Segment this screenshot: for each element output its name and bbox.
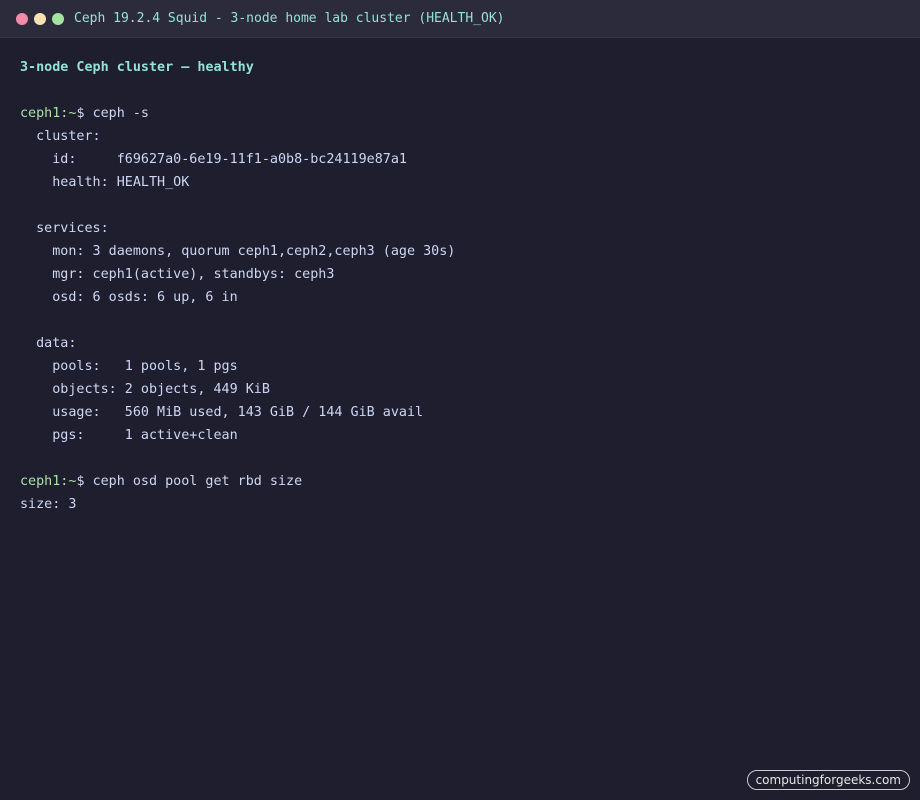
command-output-status: cluster: id: f69627a0-6e19-11f1-a0b8-bc2… bbox=[20, 125, 900, 470]
maximize-window-dot[interactable] bbox=[52, 12, 64, 25]
output-line: cluster: bbox=[20, 129, 101, 144]
output-line: services: bbox=[20, 221, 109, 236]
window-title: Ceph 19.2.4 Squid - 3-node home lab clus… bbox=[74, 11, 505, 26]
prompt-symbol: $ bbox=[76, 106, 85, 121]
terminal-heading: 3-node Ceph cluster — healthy bbox=[20, 60, 254, 75]
watermark-label: computingforgeeks.com bbox=[746, 770, 910, 790]
prompt-line-2: ceph1:~$ ceph osd pool get rbd size bbox=[20, 470, 900, 493]
terminal-output[interactable]: 3-node Ceph cluster — healthy ceph1:~$ c… bbox=[20, 56, 900, 516]
output-line: pgs: 1 active+clean bbox=[20, 428, 238, 443]
command-output-pool-size: size: 3 bbox=[20, 493, 900, 516]
output-line: mon: 3 daemons, quorum ceph1,ceph2,ceph3… bbox=[20, 244, 456, 259]
output-line: objects: 2 objects, 449 KiB bbox=[20, 382, 270, 397]
window-controls bbox=[16, 12, 64, 25]
output-line: usage: 560 MiB used, 143 GiB / 144 GiB a… bbox=[20, 405, 424, 420]
output-line: health: HEALTH_OK bbox=[20, 175, 190, 190]
command-text: ceph osd pool get rbd size bbox=[92, 474, 303, 489]
output-line: size: 3 bbox=[20, 497, 77, 512]
output-line: mgr: ceph1(active), standbys: ceph3 bbox=[20, 267, 335, 282]
minimize-window-dot[interactable] bbox=[34, 12, 46, 25]
output-line: data: bbox=[20, 336, 77, 351]
prompt-symbol: $ bbox=[76, 474, 85, 489]
window-titlebar: Ceph 19.2.4 Squid - 3-node home lab clus… bbox=[0, 0, 920, 38]
prompt-host: ceph1: bbox=[20, 106, 69, 121]
command-text: ceph -s bbox=[92, 106, 149, 121]
prompt-host: ceph1: bbox=[20, 474, 69, 489]
close-window-dot[interactable] bbox=[16, 12, 28, 25]
output-line: osd: 6 osds: 6 up, 6 in bbox=[20, 290, 238, 305]
prompt-line-1: ceph1:~$ ceph -s bbox=[20, 102, 900, 125]
output-line: pools: 1 pools, 1 pgs bbox=[20, 359, 238, 374]
output-line: id: f69627a0-6e19-11f1-a0b8-bc24119e87a1 bbox=[20, 152, 407, 167]
